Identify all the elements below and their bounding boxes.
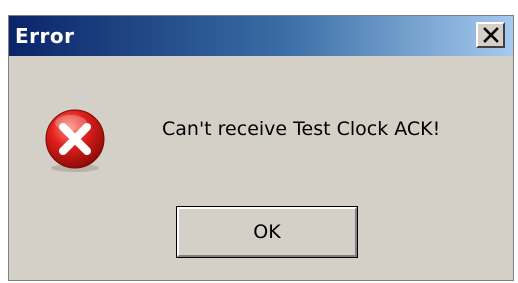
error-dialog: Error Can't receive Test Clock ACK! OK [8,15,514,281]
ok-button-label: OK [253,221,281,243]
ok-button-face: OK [177,207,357,257]
ok-button[interactable]: OK [176,206,358,258]
dialog-title: Error [15,24,75,48]
title-bar[interactable]: Error [9,16,513,56]
close-icon [483,27,499,43]
close-button[interactable] [476,22,505,48]
error-icon [45,109,105,172]
error-message: Can't receive Test Clock ACK! [162,118,441,140]
